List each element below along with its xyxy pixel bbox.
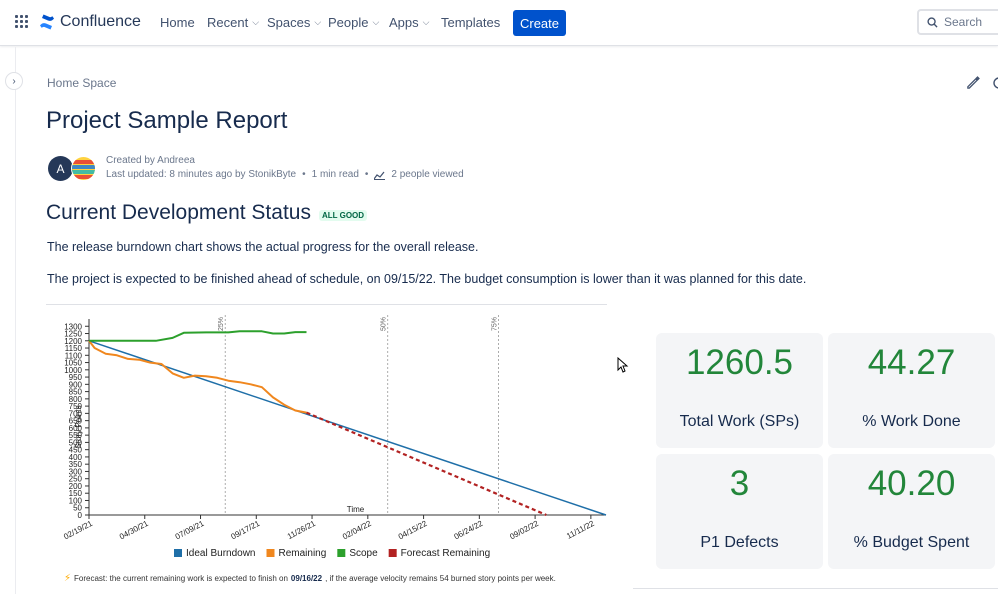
milestone-label: 25% — [218, 317, 225, 331]
lightning-icon: ⚡ — [64, 573, 72, 584]
edit-pencil-icon[interactable] — [966, 75, 981, 95]
y-axis-label: Story Points — [74, 405, 83, 448]
sidebar-edge — [15, 47, 16, 594]
kpi-card-budget-spent: 40.20 % Budget Spent — [828, 454, 995, 569]
status-badge: ALL GOOD — [318, 209, 368, 221]
breadcrumb[interactable]: Home Space — [47, 76, 116, 90]
app-switcher-icon[interactable] — [15, 15, 29, 29]
nav-people[interactable]: People ⌵ — [328, 15, 379, 30]
watch-icon[interactable] — [991, 76, 998, 95]
nav-home-label: Home — [160, 15, 195, 30]
confluence-logo-icon — [40, 14, 54, 30]
kpi-label: % Budget Spent — [853, 534, 970, 551]
create-button[interactable]: Create — [513, 10, 566, 36]
nav-recent[interactable]: Recent ⌵ — [207, 15, 259, 30]
x-tick-label: 09/02/22 — [508, 519, 540, 542]
x-tick-label: 04/15/22 — [397, 519, 429, 542]
avatar[interactable]: A — [48, 156, 73, 181]
series-scope — [89, 330, 307, 342]
forecast-date: 09/16/22 — [290, 574, 323, 583]
x-tick-label: 02/19/21 — [62, 519, 94, 542]
x-tick-label: 04/30/21 — [118, 519, 150, 542]
legend-label: Scope — [349, 548, 378, 559]
nav-templates-label: Templates — [441, 15, 501, 30]
viewed-text[interactable]: 2 people viewed — [391, 168, 463, 182]
read-time-text: 1 min read — [311, 169, 359, 180]
analytics-icon — [374, 171, 386, 180]
created-by-text: Created by Andreea — [106, 155, 195, 166]
kpi-label: % Work Done — [862, 413, 961, 430]
legend-swatch — [388, 549, 397, 557]
legend-label: Ideal Burndown — [186, 548, 256, 559]
nav-apps-label: Apps — [389, 15, 419, 30]
separator-dot: • — [302, 169, 306, 180]
x-tick-label: 02/04/22 — [341, 519, 373, 542]
brand-name: Confluence — [60, 13, 141, 30]
search-input[interactable]: Search — [917, 9, 998, 35]
x-tick-label: 09/17/21 — [230, 519, 262, 542]
nav-spaces[interactable]: Spaces ⌵ — [267, 15, 321, 30]
search-placeholder: Search — [944, 15, 983, 29]
x-tick-label: 11/26/21 — [286, 519, 318, 542]
chevron-down-icon: ⌵ — [314, 17, 322, 27]
last-updated-text[interactable]: Last updated: 8 minutes ago by StonikByt… — [106, 168, 296, 182]
top-navigation-bar: Confluence Home Recent ⌵ Spaces ⌵ People ⌵ … — [0, 0, 998, 46]
paragraph: The release burndown chart shows the act… — [47, 240, 479, 254]
x-tick-label: 06/24/22 — [453, 519, 485, 542]
kpi-value: 1260.5 — [685, 343, 794, 382]
kpi-label: P1 Defects — [700, 534, 779, 551]
kpi-card-total-work: 1260.5 Total Work (SPs) — [656, 333, 823, 448]
legend-swatch — [266, 549, 275, 557]
divider — [633, 588, 998, 589]
forecast-note: ⚡ Forecast: the current remaining work i… — [64, 573, 556, 584]
nav-apps[interactable]: Apps ⌵ — [389, 15, 429, 30]
legend-swatch — [174, 549, 182, 557]
x-axis-label: Time — [347, 505, 365, 514]
section-heading: Current Development Status ALL GOOD — [46, 201, 368, 225]
nav-recent-label: Recent — [207, 15, 249, 30]
chevron-down-icon: ⌵ — [372, 17, 380, 27]
series-forecast-remaining — [306, 411, 547, 517]
separator-dot: • — [364, 169, 369, 180]
x-tick-label: 07/09/21 — [174, 519, 206, 542]
mouse-cursor-icon — [617, 357, 629, 373]
kpi-value: 40.20 — [867, 464, 956, 503]
expand-sidebar-button[interactable]: › — [5, 72, 23, 90]
kpi-card-work-done: 44.27 % Work Done — [828, 333, 995, 448]
avatar-image — [72, 157, 95, 180]
nav-people-label: People — [328, 15, 369, 30]
chevron-right-icon: › — [12, 75, 16, 87]
burndown-chart: 0501001502002503003504004505005506006507… — [62, 315, 607, 559]
nav-templates[interactable]: Templates — [441, 15, 500, 30]
nav-spaces-label: Spaces — [267, 15, 311, 30]
forecast-suffix: , if the average velocity remains 54 bur… — [325, 574, 556, 583]
paragraph: The project is expected to be finished a… — [47, 272, 807, 286]
avatar[interactable] — [71, 156, 96, 181]
legend-label: Forecast Remaining — [401, 548, 490, 559]
legend-label: Remaining — [279, 548, 327, 559]
search-icon — [927, 16, 938, 28]
milestone-label: 50% — [381, 317, 388, 331]
confluence-logo[interactable]: Confluence — [39, 13, 141, 31]
series-ideal-burndown — [88, 340, 607, 516]
kpi-value: 3 — [729, 464, 750, 503]
chevron-down-icon: ⌵ — [252, 17, 260, 27]
chevron-down-icon: ⌵ — [422, 17, 430, 27]
page-title: Project Sample Report — [46, 107, 288, 134]
section-heading-text: Current Development Status — [46, 201, 311, 224]
y-tick-label: 1300 — [64, 322, 82, 331]
kpi-card-p1-defects: 3 P1 Defects — [656, 454, 823, 569]
legend-swatch — [337, 549, 346, 557]
x-tick-label: 11/11/22 — [565, 519, 596, 541]
page-byline: Created by Andreea Last updated: 8 minut… — [106, 154, 464, 182]
forecast-prefix: Forecast: the current remaining work is … — [74, 574, 288, 583]
kpi-label: Total Work (SPs) — [679, 413, 800, 430]
kpi-value: 44.27 — [867, 343, 956, 382]
nav-home[interactable]: Home — [160, 15, 195, 30]
milestone-label: 75% — [491, 317, 498, 331]
